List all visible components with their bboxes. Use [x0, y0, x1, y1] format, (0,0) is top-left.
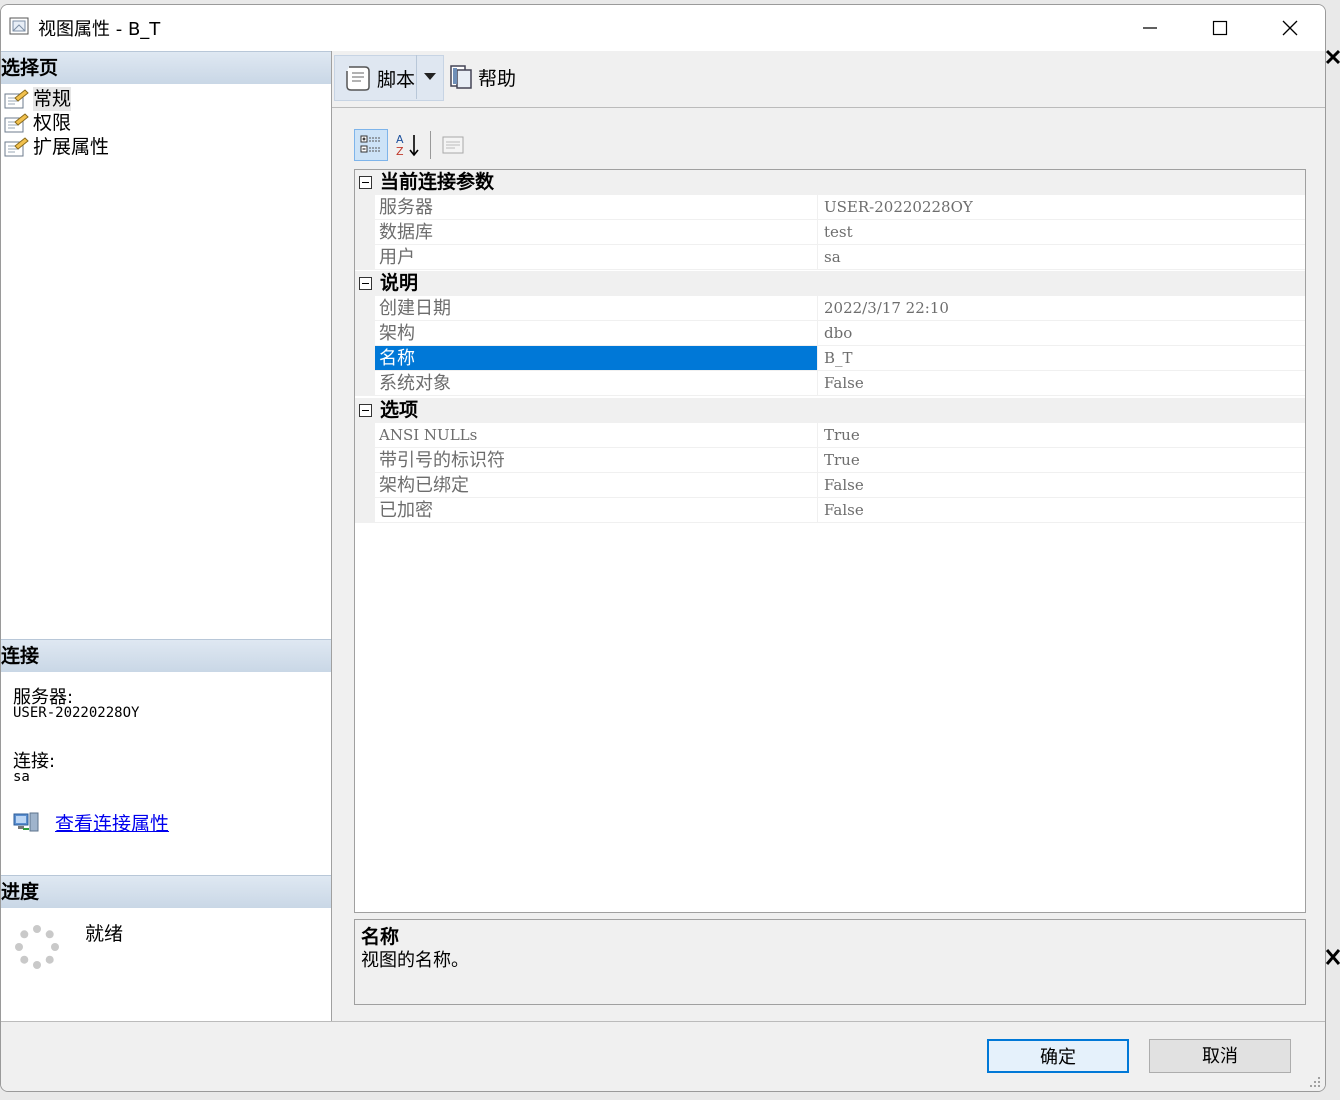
property-value: True: [817, 448, 1305, 473]
collapse-toggle-icon[interactable]: [359, 176, 372, 189]
property-row[interactable]: ANSI NULLs True: [355, 423, 1305, 448]
progress-status: 就绪: [85, 923, 124, 945]
svg-text:Z: Z: [396, 145, 404, 158]
property-value: 2022/3/17 22:10: [817, 296, 1305, 321]
toolbar-separator: [430, 131, 431, 159]
cancel-button[interactable]: 取消: [1149, 1039, 1291, 1073]
toolbar: 脚本 帮助: [332, 51, 1325, 108]
property-value: dbo: [817, 321, 1305, 346]
property-value: False: [817, 498, 1305, 523]
category-row-connection[interactable]: 当前连接参数: [355, 170, 1305, 195]
property-row[interactable]: 数据库 test: [355, 220, 1305, 245]
script-label: 脚本: [377, 68, 416, 91]
property-row[interactable]: 带引号的标识符 True: [355, 448, 1305, 473]
property-value: False: [817, 473, 1305, 498]
ok-button[interactable]: 确定: [987, 1039, 1129, 1073]
script-icon: [346, 66, 370, 91]
window-title: 视图属性 - B_T: [38, 19, 161, 40]
property-name: 已加密: [375, 498, 817, 523]
description-title: 名称: [361, 926, 400, 948]
property-value: False: [817, 371, 1305, 396]
categorized-icon: [360, 135, 381, 153]
category-name: 当前连接参数: [380, 171, 495, 193]
page-item-label: 常规: [33, 87, 72, 111]
description-text: 视图的名称。: [361, 950, 469, 971]
left-pane: 选择页 常规 权限 扩展属性 连接 服务器: USER-20220228OY 连…: [1, 51, 332, 1021]
property-pages-icon: [442, 136, 464, 154]
property-name: 带引号的标识符: [375, 448, 817, 473]
property-name: 系统对象: [375, 371, 817, 396]
category-row-options[interactable]: 选项: [355, 398, 1305, 423]
background-close-glyph-top: [1325, 48, 1340, 66]
property-row[interactable]: 用户 sa: [355, 245, 1305, 270]
view-connection-properties-link[interactable]: 查看连接属性: [55, 809, 169, 836]
page-icon: [4, 137, 29, 157]
right-pane: 脚本 帮助 A Z 当前连接参数 服务器 USER-20220228OY 数据库…: [332, 51, 1325, 1021]
connection-properties-icon: [13, 812, 39, 832]
categorized-button[interactable]: [354, 129, 388, 161]
collapse-toggle-icon[interactable]: [359, 277, 372, 290]
property-name: 名称: [375, 346, 817, 371]
property-value: sa: [817, 245, 1305, 270]
collapse-toggle-icon[interactable]: [359, 404, 372, 417]
property-row[interactable]: 架构已绑定 False: [355, 473, 1305, 498]
view-icon: [9, 17, 29, 35]
property-value: test: [817, 220, 1305, 245]
property-name: 服务器: [375, 195, 817, 220]
category-name: 选项: [380, 399, 419, 421]
progress-header: 进度: [1, 875, 331, 908]
connection-header: 连接: [1, 639, 331, 672]
page-item-label: 权限: [33, 112, 72, 134]
background-close-glyph-bottom: [1325, 946, 1340, 968]
select-page-header: 选择页: [1, 51, 331, 84]
property-grid-toolbar: A Z: [354, 129, 473, 161]
property-name: 用户: [375, 245, 817, 270]
dialog-footer: 确定 取消: [1, 1021, 1325, 1091]
property-value: B_T: [817, 346, 1305, 371]
title-bar: 视图属性 - B_T: [1, 5, 1325, 51]
page-item-general[interactable]: 常规: [3, 87, 72, 111]
close-button[interactable]: [1255, 5, 1325, 51]
page-item-extended-properties[interactable]: 扩展属性: [3, 135, 109, 159]
page-item-label: 扩展属性: [33, 136, 110, 158]
view-properties-dialog: 视图属性 - B_T 选择页 常规 权限 扩展属性 连接 服务器: USER-2…: [0, 4, 1326, 1092]
page-icon: [4, 89, 29, 109]
category-row-description[interactable]: 说明: [355, 271, 1305, 296]
property-grid: 当前连接参数 服务器 USER-20220228OY 数据库 test 用户 s…: [354, 169, 1306, 913]
page-item-permissions[interactable]: 权限: [3, 111, 71, 135]
connection-value: sa: [13, 769, 30, 785]
property-row[interactable]: 架构 dbo: [355, 321, 1305, 346]
minimize-icon: [1143, 27, 1157, 29]
description-panel: 名称 视图的名称。: [354, 919, 1306, 1005]
resize-grip-icon[interactable]: [1307, 1074, 1321, 1088]
property-name: 架构已绑定: [375, 473, 817, 498]
property-value: USER-20220228OY: [817, 195, 1305, 220]
help-label: 帮助: [478, 67, 517, 90]
property-pages-button[interactable]: [437, 130, 469, 160]
property-name: 数据库: [375, 220, 817, 245]
property-row[interactable]: 创建日期 2022/3/17 22:10: [355, 296, 1305, 321]
property-value: True: [817, 423, 1305, 448]
property-row-selected[interactable]: 名称 B_T: [355, 346, 1305, 371]
property-row[interactable]: 系统对象 False: [355, 371, 1305, 396]
server-value: USER-20220228OY: [13, 705, 140, 721]
maximize-button[interactable]: [1185, 5, 1255, 51]
page-icon: [4, 113, 29, 133]
category-name: 说明: [380, 272, 419, 294]
sort-az-icon: A Z: [396, 133, 419, 158]
maximize-icon: [1212, 20, 1228, 36]
script-dropdown-button[interactable]: [416, 55, 443, 99]
property-row[interactable]: 已加密 False: [355, 498, 1305, 523]
help-button[interactable]: 帮助: [448, 55, 516, 99]
minimize-button[interactable]: [1115, 5, 1185, 51]
progress-spinner-icon: [15, 925, 59, 969]
help-icon: [450, 65, 472, 89]
property-name: 创建日期: [375, 296, 817, 321]
property-row[interactable]: 服务器 USER-20220228OY: [355, 195, 1305, 220]
property-name: 架构: [375, 321, 817, 346]
alphabetical-button[interactable]: A Z: [392, 130, 424, 160]
chevron-down-icon: [424, 73, 436, 80]
close-icon: [1282, 20, 1298, 36]
property-name: ANSI NULLs: [375, 423, 817, 448]
